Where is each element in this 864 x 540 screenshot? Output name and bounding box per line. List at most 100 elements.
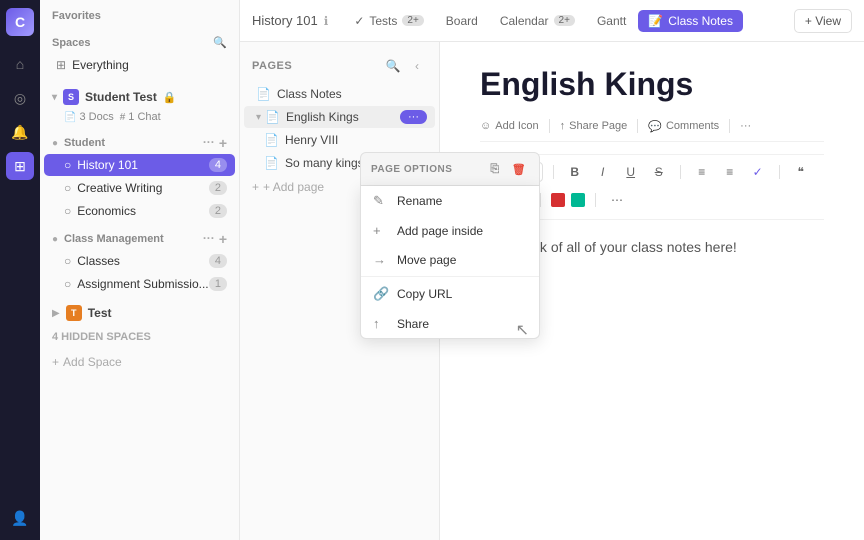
context-menu-header-actions: ⎘ 🗑 <box>485 159 529 179</box>
group-collapse-icon: ● <box>52 138 58 149</box>
ctx-item-rename[interactable]: ✎ Rename <box>361 186 539 216</box>
english-kings-page-icon: 📄 <box>265 110 280 124</box>
class-mgmt-more-icon[interactable]: ··· <box>203 231 215 247</box>
english-kings-collapse-icon: ▾ <box>256 112 261 123</box>
calendar-badge: 2+ <box>554 15 575 26</box>
search-icon[interactable]: ◎ <box>6 84 34 112</box>
ctx-item-add-page-inside[interactable]: + Add page inside <box>361 216 539 245</box>
editor-title: English Kings <box>480 66 824 103</box>
page-item-class-notes[interactable]: 📄 Class Notes <box>244 83 435 105</box>
pages-collapse-icon[interactable]: ‹ <box>407 56 427 76</box>
breadcrumb-text: History 101 <box>252 13 318 28</box>
workspace-label[interactable]: ▾ S Student Test 🔒 <box>40 81 239 109</box>
color-swatch-red[interactable] <box>551 193 565 207</box>
sidebar-item-assignment-submissions[interactable]: ○ Assignment Submissio... 1 <box>44 273 235 295</box>
formatting-sep-1 <box>553 165 554 179</box>
comments-button[interactable]: 💬 Comments <box>648 120 719 133</box>
quote-button[interactable]: ❝ <box>790 161 812 183</box>
favorites-header: Favorites <box>40 0 239 26</box>
sidebar-item-creative-writing[interactable]: ○ Creative Writing 2 <box>44 177 235 199</box>
add-page-inside-icon: + <box>373 223 389 238</box>
ctx-item-copy-url[interactable]: 🔗 Copy URL <box>361 279 539 309</box>
cursor-indicator: ↖ <box>516 320 529 340</box>
add-icon-button[interactable]: ☺ Add Icon <box>480 120 539 132</box>
color-swatch-green[interactable] <box>571 193 585 207</box>
formatting-sep-5 <box>595 193 596 207</box>
more-format-options[interactable]: ⋯ <box>606 189 628 211</box>
sidebar-item-classes[interactable]: ○ Classes 4 <box>44 250 235 272</box>
context-menu-overlay: PAGE OPTIONS ⎘ 🗑 ✎ Rename + Add page ins… <box>360 152 540 339</box>
main-area: History 101 ℹ ✓ Tests 2+ Board Calendar … <box>240 0 864 540</box>
sidebar-item-history[interactable]: ○ History 101 4 <box>44 154 235 176</box>
tests-check-icon: ✓ <box>354 14 364 28</box>
sidebar-item-everything[interactable]: ⊞ Everything <box>44 54 235 76</box>
pages-panel: PAGES 🔍 ‹ 📄 Class Notes ▾ 📄 English King… <box>240 42 440 540</box>
page-options-button[interactable]: ··· <box>400 110 427 124</box>
hidden-spaces-label: 4 HIDDEN SPACES <box>40 325 239 349</box>
tests-badge: 2+ <box>402 15 423 26</box>
class-management-group-header[interactable]: ● Class Management ··· + <box>40 223 239 249</box>
more-options-icon: ··· <box>740 120 751 132</box>
app-logo[interactable]: C <box>6 8 34 36</box>
pages-search-icon[interactable]: 🔍 <box>383 56 403 76</box>
top-bar: History 101 ℹ ✓ Tests 2+ Board Calendar … <box>240 0 864 42</box>
bell-icon[interactable]: 🔔 <box>6 118 34 146</box>
copy-url-icon: 🔗 <box>373 286 389 302</box>
student-group-add-icon[interactable]: + <box>219 135 227 151</box>
class-mgmt-add-icon[interactable]: + <box>219 231 227 247</box>
test-group-header[interactable]: ▶ T Test <box>40 301 239 325</box>
share-page-button[interactable]: ↑ Share Page <box>560 120 628 132</box>
grid-icon[interactable]: ⊞ <box>6 152 34 180</box>
tab-gantt[interactable]: Gantt <box>587 10 636 32</box>
checklist-button[interactable]: ✓ <box>747 161 769 183</box>
workspace-collapse-icon: ▾ <box>52 92 57 103</box>
strikethrough-button[interactable]: S <box>648 161 670 183</box>
tab-calendar[interactable]: Calendar 2+ <box>490 10 585 32</box>
italic-button[interactable]: I <box>592 161 614 183</box>
add-space-button[interactable]: + Add Space <box>40 349 239 375</box>
context-menu: ✎ Rename + Add page inside → Move page 🔗 <box>360 186 540 339</box>
ordered-list-button[interactable]: ≡ <box>719 161 741 183</box>
sidebar: Favorites Spaces 🔍 ⊞ Everything ▾ S Stud… <box>40 0 240 540</box>
spaces-header: Spaces 🔍 <box>40 26 239 53</box>
tab-tests[interactable]: ✓ Tests 2+ <box>344 10 433 32</box>
bold-button[interactable]: B <box>564 161 586 183</box>
class-notes-page-icon: 📄 <box>256 87 271 101</box>
student-group-header[interactable]: ● Student ··· + <box>40 127 239 153</box>
tab-board[interactable]: Board <box>436 10 488 32</box>
ctx-item-share[interactable]: ↑ Share ↖ <box>361 309 539 338</box>
toolbar-sep-2 <box>637 119 638 133</box>
workspace-icon: S <box>63 89 79 105</box>
ctx-item-move-page[interactable]: → Move page <box>361 245 539 274</box>
page-item-henry-viii[interactable]: 📄 Henry VIII <box>244 129 435 151</box>
more-options-button[interactable]: ··· <box>740 120 751 132</box>
context-menu-header: PAGE OPTIONS ⎘ 🗑 <box>360 152 540 186</box>
assignment-icon: ○ <box>64 277 71 291</box>
unordered-list-button[interactable]: ≡ <box>691 161 713 183</box>
underline-button[interactable]: U <box>620 161 642 183</box>
home-icon[interactable]: ⌂ <box>6 50 34 78</box>
sidebar-search-icon[interactable]: 🔍 <box>213 36 227 49</box>
tab-class-notes[interactable]: 📝 Class Notes <box>638 10 743 32</box>
editor-toolbar-top: ☺ Add Icon ↑ Share Page 💬 Comments ··· <box>480 119 824 142</box>
context-menu-copy-icon[interactable]: ⎘ <box>485 159 505 179</box>
everything-icon: ⊞ <box>56 58 66 72</box>
share-icon: ↑ <box>373 316 389 331</box>
page-item-english-kings[interactable]: ▾ 📄 English Kings ··· <box>244 106 435 128</box>
icon-bar: C ⌂ ◎ 🔔 ⊞ 👤 <box>0 0 40 540</box>
creative-writing-icon: ○ <box>64 181 71 195</box>
sidebar-item-economics[interactable]: ○ Economics 2 <box>44 200 235 222</box>
user-icon[interactable]: 👤 <box>6 504 34 532</box>
pages-title: PAGES <box>252 60 292 72</box>
economics-icon: ○ <box>64 204 71 218</box>
comments-icon: 💬 <box>648 120 662 133</box>
student-group-more-icon[interactable]: ··· <box>203 135 215 151</box>
context-menu-delete-icon[interactable]: 🗑 <box>509 159 529 179</box>
add-view-button[interactable]: + View <box>794 9 852 33</box>
test-collapse-icon: ▶ <box>52 308 60 319</box>
breadcrumb-info-icon[interactable]: ℹ <box>324 14 329 28</box>
workspace-sub-info: 📄 3 Docs # 1 Chat <box>40 109 239 127</box>
so-many-kings-page-icon: 📄 <box>264 156 279 170</box>
share-page-icon: ↑ <box>560 120 566 132</box>
toolbar-sep-1 <box>549 119 550 133</box>
